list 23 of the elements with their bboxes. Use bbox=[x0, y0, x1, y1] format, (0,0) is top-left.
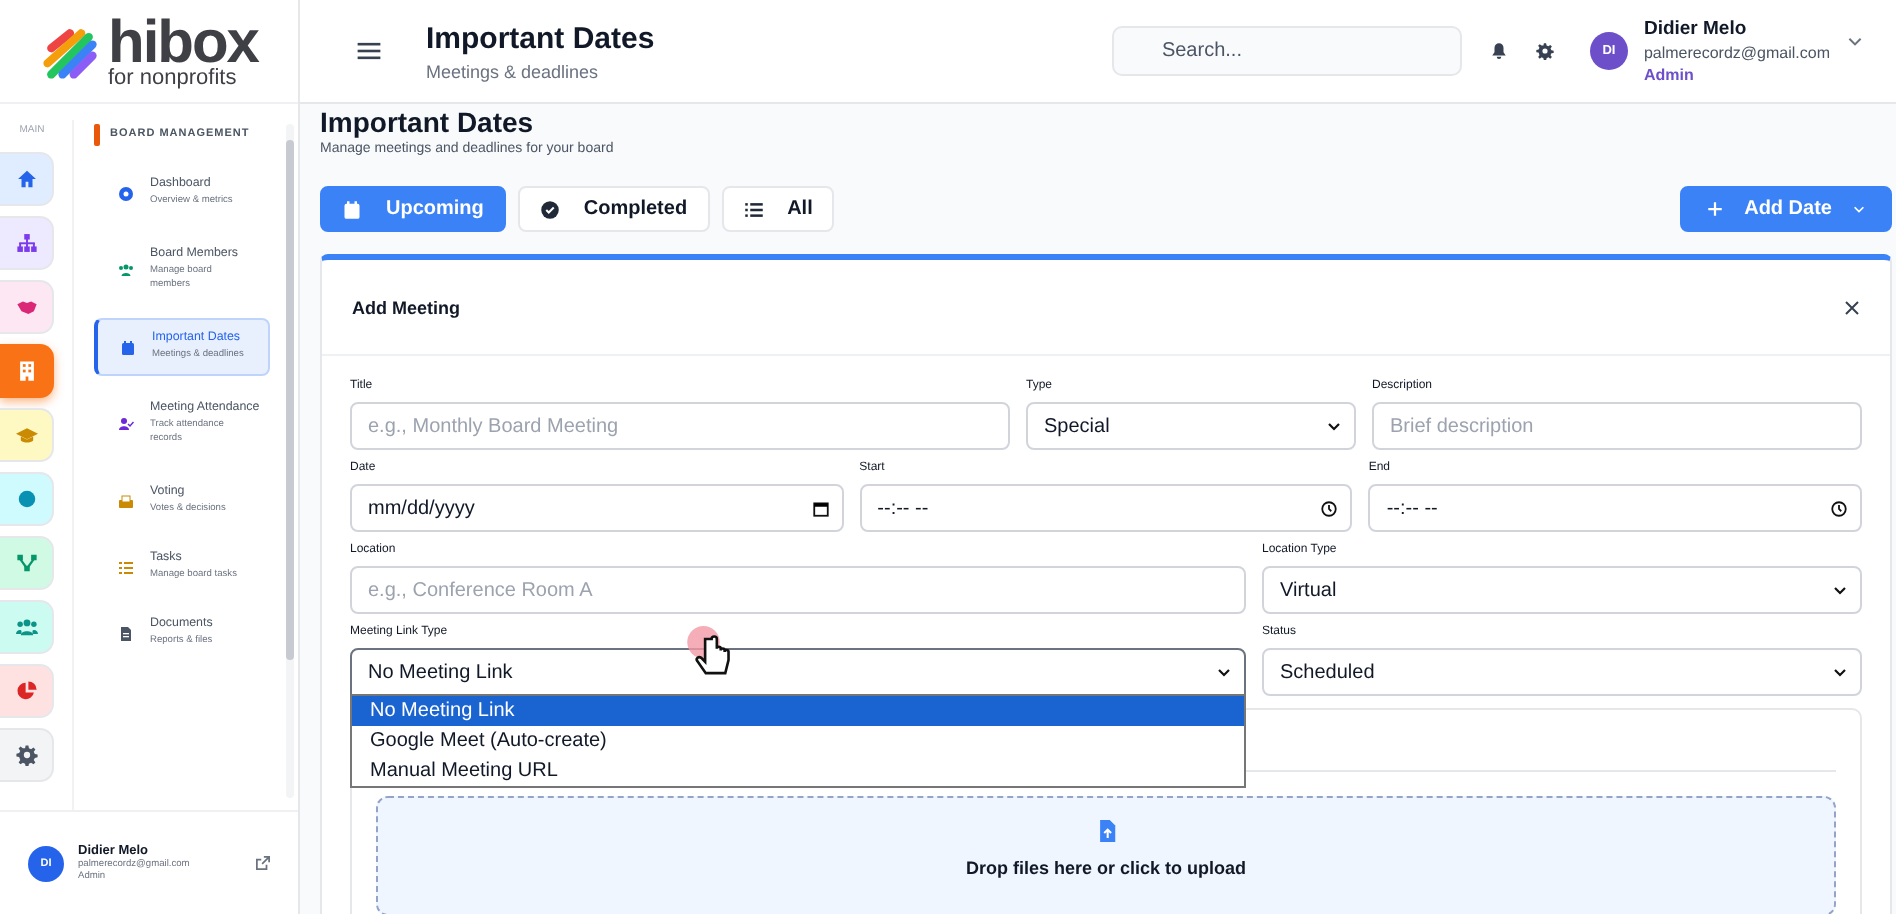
add-date-button[interactable]: Add Date bbox=[1680, 186, 1892, 232]
search-field[interactable]: Search... bbox=[1111, 26, 1462, 76]
panel-title: Add Meeting bbox=[352, 297, 460, 317]
dropdown-option[interactable]: No Meeting Link bbox=[352, 696, 1244, 726]
select-field[interactable]: Virtual bbox=[1262, 566, 1862, 614]
page-title: Important Dates bbox=[320, 106, 536, 138]
dropdown-option[interactable]: Google Meet (Auto-create) bbox=[352, 726, 1244, 756]
user-role: Admin bbox=[1643, 66, 1696, 84]
select-field[interactable]: Scheduled bbox=[1262, 648, 1862, 696]
time-field[interactable]: --:-- -- bbox=[1368, 484, 1862, 532]
dropdown-option[interactable]: Manual Meeting URL bbox=[352, 756, 1244, 786]
user-name: Didier Melo bbox=[1643, 18, 1749, 40]
page-header-subtitle: Meetings & deadlines bbox=[426, 61, 601, 81]
filter-tab[interactable]: All bbox=[721, 186, 835, 232]
filter-tab[interactable]: Upcoming bbox=[320, 186, 506, 232]
date-field[interactable]: mm/dd/yyyy bbox=[350, 484, 844, 532]
select-field[interactable]: Special bbox=[1026, 402, 1356, 450]
page-header-title: Important Dates bbox=[426, 21, 655, 55]
user-email: palmerecordz@gmail.com bbox=[1643, 44, 1830, 62]
time-field[interactable]: --:-- -- bbox=[859, 484, 1353, 532]
filter-tab[interactable]: Completed bbox=[517, 186, 710, 232]
logo-tagline: for nonprofits bbox=[108, 67, 239, 89]
file-drop-zone[interactable]: Drop files here or click to upload bbox=[376, 796, 1836, 914]
